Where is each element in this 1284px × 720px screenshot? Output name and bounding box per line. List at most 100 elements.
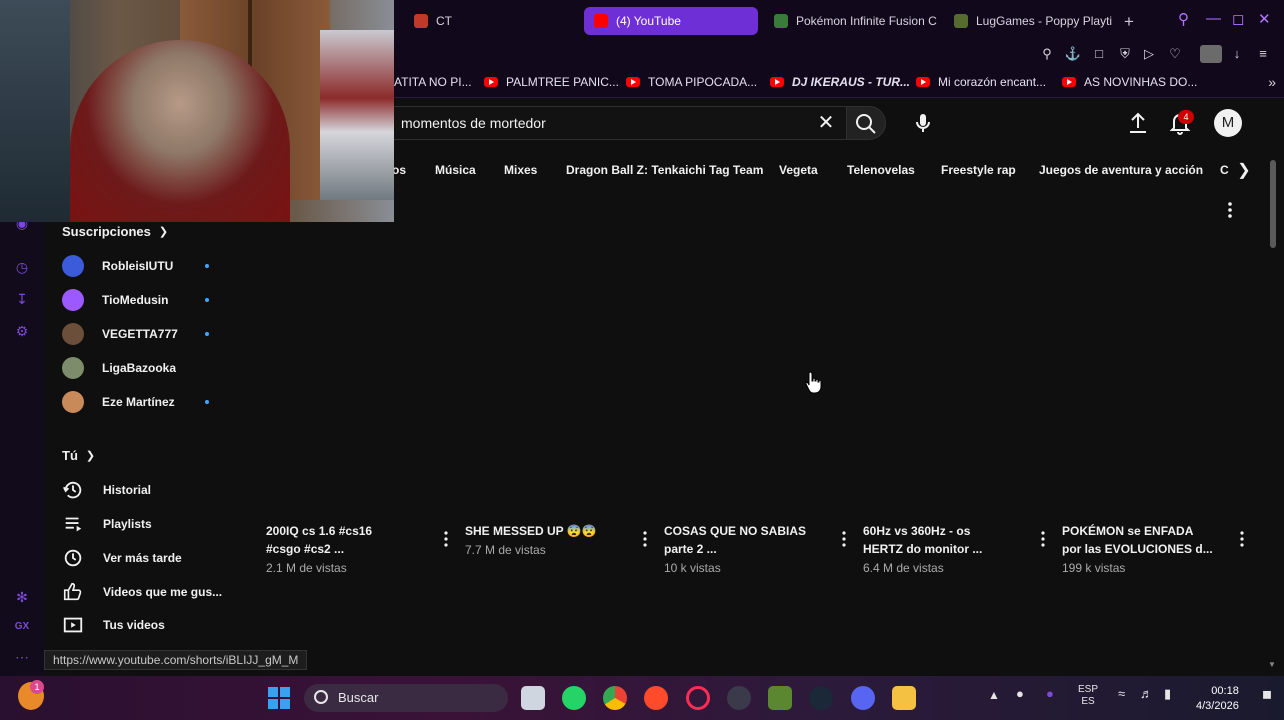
subscriptions-heading[interactable]: Suscripciones ❯ bbox=[62, 224, 168, 239]
opera-gx-icon[interactable] bbox=[686, 686, 710, 710]
chip[interactable]: os bbox=[392, 163, 406, 177]
menu-icon[interactable]: ≡ bbox=[1254, 45, 1272, 63]
search-button[interactable] bbox=[846, 106, 886, 140]
short-card[interactable]: COSAS QUE NO SABIAS parte 2 ... 10 k vis… bbox=[664, 522, 854, 584]
bookmark-item[interactable]: PALMTREE PANIC... bbox=[484, 75, 619, 89]
minimize-button[interactable]: — bbox=[1206, 10, 1221, 27]
ea-app-icon[interactable] bbox=[644, 686, 668, 710]
snapshot-icon[interactable]: □ bbox=[1090, 45, 1108, 63]
account-avatar[interactable]: M bbox=[1214, 109, 1242, 137]
voice-search-button[interactable] bbox=[906, 106, 940, 140]
tab-luggames[interactable]: LugGames - Poppy Playti bbox=[944, 7, 1118, 35]
language-indicator[interactable]: ESP ES bbox=[1078, 684, 1098, 708]
more-options-icon[interactable] bbox=[641, 530, 649, 548]
subscription-item[interactable]: LigaBazooka bbox=[62, 356, 222, 380]
player-icon[interactable]: ▷ bbox=[1140, 45, 1158, 63]
chip[interactable]: Telenovelas bbox=[847, 163, 915, 177]
chip[interactable]: C bbox=[1220, 163, 1229, 177]
mic-tray-icon[interactable]: ● bbox=[1046, 687, 1054, 700]
bookmark-item[interactable]: Mi corazón encant... bbox=[916, 75, 1046, 89]
sidebar-item-liked-videos[interactable]: Videos que me gus... bbox=[62, 580, 222, 604]
create-button[interactable] bbox=[1124, 108, 1152, 138]
zoom-icon[interactable]: ⚲ bbox=[1038, 45, 1056, 63]
clear-search-icon[interactable]: ✕ bbox=[814, 110, 838, 136]
short-card[interactable]: 200IQ cs 1.6 #cs16 #csgo #cs2 ... 2.1 M … bbox=[266, 522, 456, 584]
bookmarks-more-icon[interactable]: » bbox=[1268, 74, 1276, 90]
clock-date: 4/3/2026 bbox=[1196, 700, 1239, 712]
notifications-bell-icon[interactable]: ◼ bbox=[1262, 688, 1272, 700]
chevron-right-icon[interactable]: ❯ bbox=[1234, 160, 1254, 182]
heart-icon[interactable]: ♡ bbox=[1166, 45, 1184, 63]
chrome-icon[interactable] bbox=[603, 686, 627, 710]
page-scrollbar[interactable] bbox=[1270, 160, 1276, 248]
steam-tray-icon[interactable]: ● bbox=[1016, 687, 1024, 700]
more-options-icon[interactable] bbox=[1039, 530, 1047, 548]
gx-logo-icon[interactable]: GX bbox=[13, 618, 31, 636]
tab-pokemon[interactable]: Pokémon Infinite Fusion C bbox=[764, 7, 938, 35]
system-clock[interactable]: 00:18 4/3/2026 bbox=[1196, 684, 1239, 714]
download-icon[interactable]: ↓ bbox=[1228, 45, 1246, 63]
more-options-icon[interactable] bbox=[840, 530, 848, 548]
sidebar-item-your-videos[interactable]: Tus videos bbox=[62, 613, 222, 637]
download-icon[interactable]: ↧ bbox=[13, 290, 31, 308]
chip[interactable]: Vegeta bbox=[779, 163, 818, 177]
minecraft-icon[interactable] bbox=[768, 686, 792, 710]
new-tab-button[interactable]: + bbox=[1124, 12, 1134, 32]
subscription-item[interactable]: RobleisIUTU bbox=[62, 254, 222, 278]
search-input[interactable]: momentos de mortedor bbox=[392, 106, 846, 140]
subscription-item[interactable]: Eze Martínez bbox=[62, 390, 222, 414]
bookmark-item[interactable]: AS NOVINHAS DO... bbox=[1062, 75, 1197, 89]
short-card[interactable]: 60Hz vs 360Hz - os HERTZ do monitor ... … bbox=[863, 522, 1053, 584]
extensions-icon[interactable]: ✻ bbox=[13, 588, 31, 606]
shield-icon[interactable]: ⛨ bbox=[1116, 45, 1134, 63]
short-card[interactable]: SHE MESSED UP 😨😨 7.7 M de vistas bbox=[465, 522, 655, 584]
discord-icon[interactable] bbox=[851, 686, 875, 710]
sidebar-item-watch-later[interactable]: Ver más tarde bbox=[62, 546, 222, 570]
chip[interactable]: Dragon Ball Z: Tenkaichi Tag Team bbox=[566, 163, 763, 177]
file-explorer-icon[interactable] bbox=[892, 686, 916, 710]
short-title: 200IQ cs 1.6 #cs16 #csgo #cs2 ... bbox=[266, 524, 373, 556]
more-options-icon[interactable] bbox=[1222, 198, 1238, 222]
bookmark-item[interactable]: ATITA NO PI... bbox=[394, 75, 472, 89]
taskbar-search[interactable]: Buscar bbox=[304, 684, 508, 712]
chip[interactable]: Freestyle rap bbox=[941, 163, 1016, 177]
battery-icon[interactable]: ▮ bbox=[1164, 687, 1171, 700]
more-icon[interactable]: ⋯ bbox=[13, 648, 31, 666]
history-icon[interactable]: ◷ bbox=[13, 258, 31, 276]
chip[interactable]: Juegos de aventura y acción bbox=[1039, 163, 1203, 177]
close-window-button[interactable]: ✕ bbox=[1258, 10, 1271, 28]
wifi-icon[interactable]: ≈ bbox=[1118, 687, 1125, 700]
sidebar-item-playlists[interactable]: Playlists bbox=[62, 512, 222, 536]
filter-chips-bar: os Música Mixes Dragon Ball Z: Tenkaichi… bbox=[392, 158, 1242, 184]
you-heading[interactable]: Tú ❯ bbox=[62, 448, 95, 463]
settings-gear-icon[interactable]: ⚙ bbox=[13, 322, 31, 340]
pin-icon[interactable]: ⚓ bbox=[1064, 45, 1082, 63]
tab-ct[interactable]: CT bbox=[404, 7, 578, 35]
subscription-item[interactable]: TioMedusin bbox=[62, 288, 222, 312]
whatsapp-icon[interactable] bbox=[562, 686, 586, 710]
tab-youtube[interactable]: (4) YouTube bbox=[584, 7, 758, 35]
subscription-item[interactable]: VEGETTA777 bbox=[62, 322, 222, 346]
bookmark-item[interactable]: TOMA PIPOCADA... bbox=[626, 75, 757, 89]
sidebar-item-history[interactable]: Historial bbox=[62, 478, 222, 502]
short-card[interactable]: POKÉMON se ENFADA por las EVOLUCIONES d.… bbox=[1062, 522, 1252, 584]
short-views: 2.1 M de vistas bbox=[266, 561, 347, 575]
tab-favicon-icon bbox=[414, 14, 428, 28]
profile-avatar-icon[interactable] bbox=[1200, 45, 1222, 63]
channel-name: Eze Martínez bbox=[102, 395, 175, 409]
more-options-icon[interactable] bbox=[1238, 530, 1246, 548]
volume-icon[interactable]: ♬ bbox=[1140, 687, 1153, 700]
more-options-icon[interactable] bbox=[442, 530, 450, 548]
tab-search-icon[interactable]: ⚲ bbox=[1178, 10, 1189, 28]
chip[interactable]: Mixes bbox=[504, 163, 537, 177]
task-view-icon[interactable] bbox=[521, 686, 545, 710]
scroll-down-icon[interactable]: ▼ bbox=[1268, 660, 1276, 669]
notification-badge: 1 bbox=[30, 680, 44, 694]
maximize-button[interactable]: ◻ bbox=[1232, 10, 1244, 28]
chevron-up-icon[interactable]: ▲ bbox=[988, 689, 1000, 701]
steam-icon[interactable] bbox=[809, 686, 833, 710]
windows-start-icon[interactable] bbox=[267, 686, 291, 710]
chip[interactable]: Música bbox=[435, 163, 476, 177]
obs-icon[interactable] bbox=[727, 686, 751, 710]
bookmark-item[interactable]: DJ IKERAUS - TUR... bbox=[770, 75, 910, 89]
